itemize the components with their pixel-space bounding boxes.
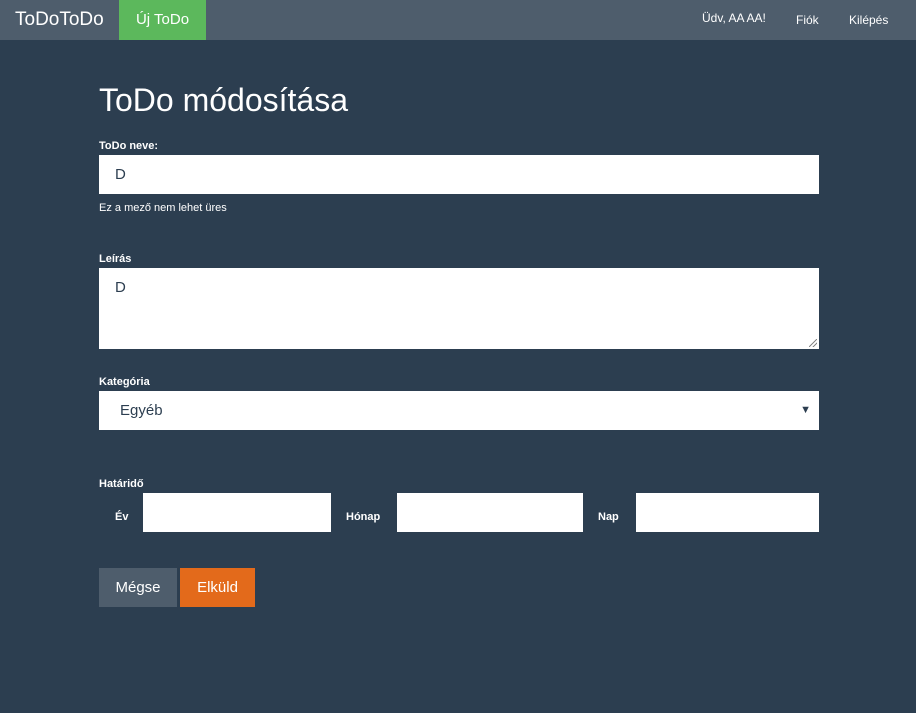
top-navbar: ToDoToDo Új ToDo Üdv, AA AA! Fiók Kilépé… [0,0,916,40]
todo-name-error: Ez a mező nem lehet üres [99,202,227,214]
month-input[interactable] [397,493,583,532]
category-select[interactable]: Egyéb ▼ [99,391,819,430]
category-label: Kategória [99,376,150,388]
day-label: Nap [598,511,619,523]
day-input[interactable] [636,493,819,532]
description-value: D [115,279,126,296]
resize-grip-icon[interactable] [809,339,817,347]
year-input[interactable] [143,493,331,532]
brand-link[interactable]: ToDoToDo [15,8,104,32]
todo-name-label: ToDo neve: [99,140,159,152]
page-title: ToDo módosítása [99,82,349,118]
description-label: Leírás [99,253,132,265]
new-todo-link[interactable]: Új ToDo [119,0,206,40]
todo-name-input[interactable]: D [99,155,819,194]
todo-name-value: D [115,166,126,183]
logout-link[interactable]: Kilépés [849,0,888,40]
year-label: Év [115,511,129,523]
account-link[interactable]: Fiók [796,0,819,40]
deadline-label: Határidő [99,478,144,490]
caret-down-icon: ▼ [800,404,811,416]
greeting-text: Üdv, AA AA! [702,11,766,25]
category-selected-value: Egyéb [120,402,163,419]
submit-button[interactable]: Elküld [180,568,255,607]
month-label: Hónap [346,511,381,523]
cancel-button[interactable]: Mégse [99,568,177,607]
description-textarea[interactable]: D [99,268,819,349]
